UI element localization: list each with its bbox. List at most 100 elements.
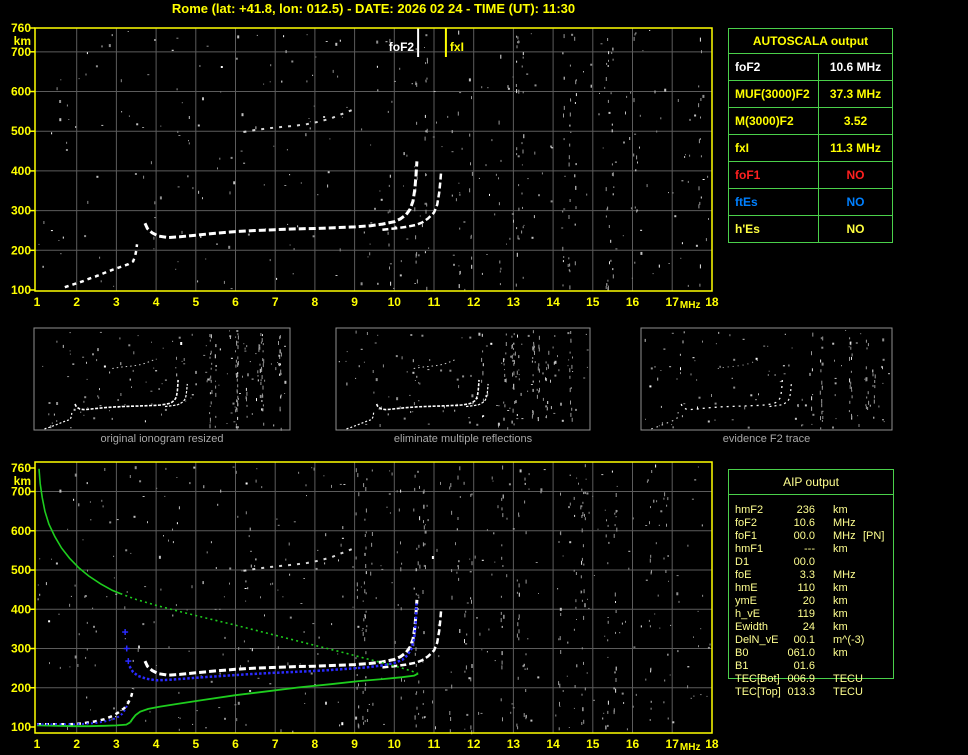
svg-text:300: 300	[11, 204, 31, 218]
aip-table-header: AIP output	[729, 470, 893, 495]
aip-cell: hmF2	[735, 504, 764, 516]
aip-cell: [PN]	[863, 530, 885, 542]
aip-cell: 00.0	[793, 556, 815, 568]
svg-text:400: 400	[11, 164, 31, 178]
aip-cell: foF1	[735, 530, 758, 542]
aip-row-Ewidth: Ewidth 24 km	[729, 621, 893, 634]
svg-text:MHz: MHz	[680, 742, 701, 753]
svg-text:15: 15	[586, 737, 600, 751]
aip-cell: B1	[735, 660, 749, 672]
aip-row-DelN_vE: DelN_vE 00.1 m^(-3)	[729, 634, 893, 647]
aip-cell: foE	[735, 569, 752, 581]
svg-text:14: 14	[546, 737, 560, 751]
aip-cell: 236	[796, 504, 815, 516]
aip-cell: hmE	[735, 582, 758, 594]
svg-text:760: 760	[11, 461, 31, 475]
autoscala-table-header: AUTOSCALA output	[729, 29, 892, 54]
aip-cell: 006.9	[787, 673, 815, 685]
aip-cell: km	[833, 582, 848, 594]
aip-cell: km	[833, 595, 848, 607]
svg-text:760: 760	[11, 21, 31, 35]
svg-text:4: 4	[153, 737, 160, 751]
svg-text:600: 600	[11, 85, 31, 99]
thumbnail-caption-3: evidence F2 trace	[722, 433, 811, 445]
aip-cell: 10.6	[793, 517, 815, 529]
svg-text:12: 12	[467, 295, 481, 309]
aip-row-TEC[Top]: TEC[Top] 013.3 TECU	[729, 686, 893, 699]
marker-label-foF2: foF2	[389, 40, 415, 54]
svg-text:16: 16	[626, 737, 640, 751]
aip-cell: km	[833, 647, 848, 659]
svg-text:11: 11	[428, 737, 441, 751]
aip-cell: hmF1	[735, 543, 764, 555]
aip-cell: 00.1	[793, 634, 815, 646]
aip-cell: TECU	[833, 673, 863, 685]
autoscala-param-value: NO	[846, 168, 865, 182]
autoscala-param-label: foF1	[729, 162, 819, 188]
svg-text:2: 2	[73, 295, 80, 309]
svg-text:7: 7	[272, 737, 279, 751]
aip-row-hmE: hmE 110 km	[729, 582, 893, 595]
aip-cell: Ewidth	[735, 621, 769, 633]
autoscala-table: AUTOSCALA output foF2 10.6 MHz MUF(3000)F2…	[728, 28, 893, 243]
autoscala-param-label: foF2	[729, 54, 819, 80]
svg-text:3: 3	[113, 737, 120, 751]
aip-cell: km	[833, 608, 848, 620]
aip-cell: 01.6	[793, 660, 815, 672]
aip-row-foF1: foF1 00.0 MHz [PN]	[729, 530, 893, 543]
svg-text:9: 9	[351, 295, 358, 309]
thumbnail-caption-2: eliminate multiple reflections	[393, 433, 533, 445]
aip-row-ymE: ymE 20 km	[729, 595, 893, 608]
aip-cell: MHz	[833, 530, 856, 542]
autoscala-row-foF2: foF2 10.6 MHz	[729, 54, 892, 81]
aip-cell: 3.3	[799, 569, 815, 581]
aip-cell: km	[833, 543, 848, 555]
aip-cell: MHz	[833, 517, 856, 529]
svg-text:11: 11	[428, 295, 441, 309]
thumbnail-evidence-f2-trace	[640, 327, 893, 431]
aip-cell: TECU	[833, 686, 863, 698]
aip-row-foE: foE 3.3 MHz	[729, 569, 893, 582]
aip-cell: h_vE	[735, 608, 761, 620]
svg-text:5: 5	[192, 295, 199, 309]
svg-text:5: 5	[192, 737, 199, 751]
aip-row-D1: D1 00.0	[729, 556, 893, 569]
aip-row-hmF2: hmF2 236 km	[729, 504, 893, 517]
autoscala-row-h'Es: h'Es NO	[729, 216, 892, 242]
aip-row-foF2: foF2 10.6 MHz	[729, 517, 893, 530]
autoscala-param-value: 11.3 MHz	[830, 141, 881, 155]
aip-cell: ymE	[735, 595, 757, 607]
aip-row-hmF1: hmF1 --- km	[729, 543, 893, 556]
svg-text:14: 14	[546, 295, 560, 309]
autoscala-param-label: MUF(3000)F2	[729, 81, 819, 107]
svg-text:500: 500	[11, 563, 31, 577]
svg-text:8: 8	[312, 737, 319, 751]
autoscala-row-fxI: fxI 11.3 MHz	[729, 135, 892, 162]
aip-row-h_vE: h_vE 119 km	[729, 608, 893, 621]
svg-text:2: 2	[73, 737, 80, 751]
aip-cell: ---	[804, 543, 815, 555]
svg-text:13: 13	[507, 737, 521, 751]
thumbnail-original-ionogram	[33, 327, 291, 431]
autoscala-param-label: ftEs	[729, 189, 819, 215]
autoscala-window: Rome (lat: +41.8, lon: 012.5) - DATE: 20…	[0, 0, 968, 755]
svg-text:10: 10	[388, 295, 402, 309]
thumbnail-caption-1: original ionogram resized	[100, 433, 224, 445]
aip-cell: foF2	[735, 517, 758, 529]
aip-cell: 119	[797, 608, 815, 620]
aip-cell: km	[833, 504, 848, 516]
svg-text:1: 1	[34, 295, 41, 309]
svg-text:8: 8	[312, 295, 319, 309]
aip-cell: 24	[802, 621, 815, 633]
autoscala-param-value: 37.3 MHz	[829, 87, 882, 101]
svg-text:1: 1	[34, 737, 41, 751]
svg-text:6: 6	[232, 295, 239, 309]
svg-text:200: 200	[11, 681, 31, 695]
marker-label-fxI: fxI	[450, 40, 464, 54]
autoscala-param-value: NO	[846, 195, 865, 209]
svg-text:13: 13	[507, 295, 521, 309]
autoscala-param-label: fxI	[729, 135, 819, 161]
svg-text:3: 3	[113, 295, 120, 309]
autoscala-row-M(3000)F2: M(3000)F2 3.52	[729, 108, 892, 135]
aip-cell: 00.0	[793, 530, 815, 542]
